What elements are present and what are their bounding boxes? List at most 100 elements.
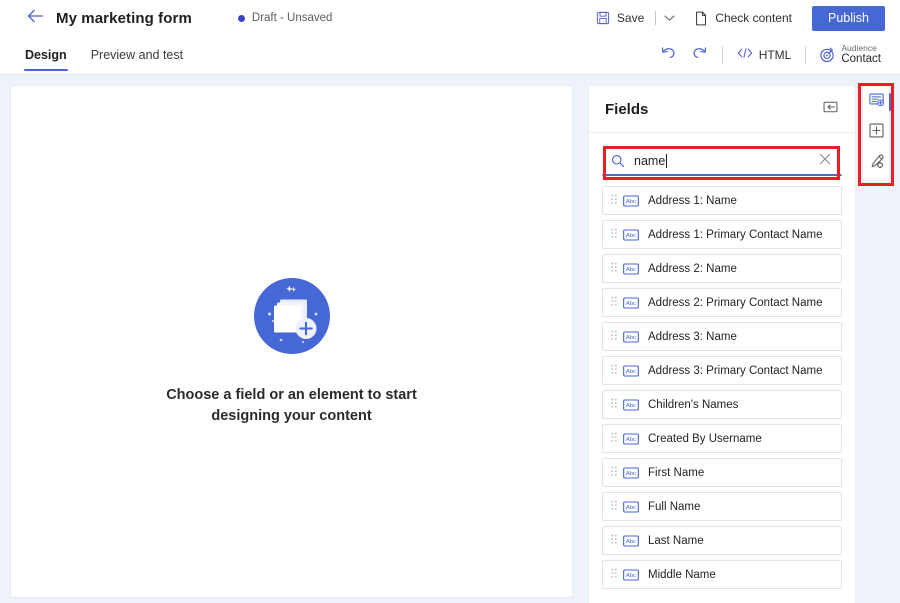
- list-item[interactable]: Abc Address 1: Name: [602, 186, 842, 215]
- check-content-button[interactable]: Check content: [686, 3, 800, 33]
- editor-tools: HTML Audience Contact: [653, 39, 900, 71]
- fields-list[interactable]: Abc Address 1: Name Abc Address 1: Prima…: [589, 186, 855, 603]
- svg-text:Abc: Abc: [626, 437, 636, 443]
- svg-text:Abc: Abc: [626, 335, 636, 341]
- fields-panel-header: Fields: [589, 86, 855, 132]
- search-input[interactable]: name: [602, 146, 842, 176]
- tab-preview-and-test[interactable]: Preview and test: [90, 36, 184, 75]
- list-item[interactable]: Abc First Name: [602, 458, 842, 487]
- panel-divider: [589, 132, 855, 133]
- right-icon-rail: [862, 85, 891, 181]
- tools-separator-2: [805, 46, 807, 64]
- collapse-panel-button[interactable]: [819, 98, 841, 120]
- save-button[interactable]: Save: [588, 3, 652, 33]
- list-item-label: Full Name: [648, 500, 701, 513]
- abc-text-field-icon: Abc: [623, 296, 639, 309]
- list-item-label: Last Name: [648, 534, 704, 547]
- search-input-value: name: [634, 153, 666, 168]
- undo-arrow-icon: [660, 45, 677, 65]
- audience-selector[interactable]: Audience Contact: [813, 39, 887, 71]
- redo-arrow-icon: [691, 45, 708, 65]
- drag-handle-icon[interactable]: [609, 364, 618, 377]
- drag-handle-icon[interactable]: [609, 228, 618, 241]
- drag-handle-icon[interactable]: [609, 568, 618, 581]
- search-icon: [611, 154, 625, 168]
- close-icon: [819, 152, 831, 170]
- collapse-panel-icon: [823, 100, 838, 118]
- top-command-bar: My marketing form Draft - Unsaved Save C…: [0, 0, 900, 36]
- svg-text:Abc: Abc: [626, 573, 636, 579]
- list-item-label: Middle Name: [648, 568, 716, 581]
- clear-search-button[interactable]: [815, 151, 835, 171]
- list-item[interactable]: Abc Last Name: [602, 526, 842, 555]
- drag-handle-icon[interactable]: [609, 296, 618, 309]
- list-item-label: Address 2: Name: [648, 262, 737, 275]
- undo-button[interactable]: [653, 40, 684, 70]
- add-element-icon: [868, 123, 884, 143]
- save-split-separator: [655, 11, 657, 25]
- chevron-down-icon: [664, 9, 675, 27]
- audience-kicker: Audience: [841, 42, 877, 53]
- abc-text-field-icon: Abc: [623, 228, 639, 241]
- add-content-illustration: [250, 274, 334, 363]
- drag-handle-icon[interactable]: [609, 330, 618, 343]
- redo-button[interactable]: [684, 40, 715, 70]
- drag-handle-icon[interactable]: [609, 262, 618, 275]
- fields-panel-title: Fields: [605, 100, 649, 118]
- list-item[interactable]: Abc Created By Username: [602, 424, 842, 453]
- tab-preview-and-test-label: Preview and test: [90, 48, 184, 62]
- list-item[interactable]: Abc Address 2: Primary Contact Name: [602, 288, 842, 317]
- status-dot-icon: [237, 14, 245, 22]
- list-item[interactable]: Abc Address 1: Primary Contact Name: [602, 220, 842, 249]
- publish-button[interactable]: Publish: [812, 5, 885, 31]
- tab-design[interactable]: Design: [24, 36, 68, 75]
- list-item-label: Address 3: Name: [648, 330, 737, 343]
- fields-search-wrap: name: [602, 146, 842, 176]
- list-item[interactable]: Abc Address 3: Name: [602, 322, 842, 351]
- rail-button-add-element[interactable]: [863, 121, 889, 145]
- drag-handle-icon[interactable]: [609, 500, 618, 513]
- drag-handle-icon[interactable]: [609, 534, 618, 547]
- svg-text:Abc: Abc: [626, 505, 636, 511]
- drag-handle-icon[interactable]: [609, 432, 618, 445]
- marketing-form-editor: My marketing form Draft - Unsaved Save C…: [0, 0, 900, 603]
- abc-text-field-icon: Abc: [623, 398, 639, 411]
- svg-text:Abc: Abc: [626, 403, 636, 409]
- list-item[interactable]: Abc Address 3: Primary Contact Name: [602, 356, 842, 385]
- list-item-label: First Name: [648, 466, 705, 479]
- svg-text:Abc: Abc: [626, 539, 636, 545]
- html-label: HTML: [758, 48, 792, 62]
- list-item[interactable]: Abc Full Name: [602, 492, 842, 521]
- save-options-button[interactable]: [659, 3, 679, 33]
- list-item[interactable]: Abc Children's Names: [602, 390, 842, 419]
- html-button[interactable]: HTML: [730, 40, 799, 70]
- abc-text-field-icon: Abc: [623, 364, 639, 377]
- drag-handle-icon[interactable]: [609, 194, 618, 207]
- tools-separator-1: [721, 46, 723, 64]
- list-item-label: Created By Username: [648, 432, 762, 445]
- list-item-label: Address 1: Primary Contact Name: [648, 228, 823, 241]
- document-page-icon: [694, 11, 708, 26]
- text-cursor: [666, 153, 668, 168]
- styles-brush-icon: [869, 154, 884, 174]
- list-item[interactable]: Abc Middle Name: [602, 560, 842, 589]
- drag-handle-icon[interactable]: [609, 398, 618, 411]
- drag-handle-icon[interactable]: [609, 466, 618, 479]
- code-brackets-icon: [737, 46, 753, 64]
- abc-text-field-icon: Abc: [623, 568, 639, 581]
- list-item-label: Children's Names: [648, 398, 739, 411]
- page-title: My marketing form: [56, 9, 192, 27]
- design-canvas[interactable]: Choose a field or an element to start de…: [10, 85, 573, 598]
- list-item[interactable]: Abc Address 2: Name: [602, 254, 842, 283]
- svg-text:Abc: Abc: [626, 199, 636, 205]
- list-item-label: Address 2: Primary Contact Name: [648, 296, 823, 309]
- abc-text-field-icon: Abc: [623, 432, 639, 445]
- rail-button-fields[interactable]: [863, 90, 891, 114]
- back-button[interactable]: [20, 3, 50, 33]
- empty-state-text: Choose a field or an element to start de…: [166, 386, 417, 424]
- check-content-label: Check content: [715, 11, 792, 25]
- fields-panel-icon: [868, 92, 884, 112]
- abc-text-field-icon: Abc: [623, 330, 639, 343]
- rail-button-styles[interactable]: [863, 152, 889, 176]
- svg-text:Abc: Abc: [626, 471, 636, 477]
